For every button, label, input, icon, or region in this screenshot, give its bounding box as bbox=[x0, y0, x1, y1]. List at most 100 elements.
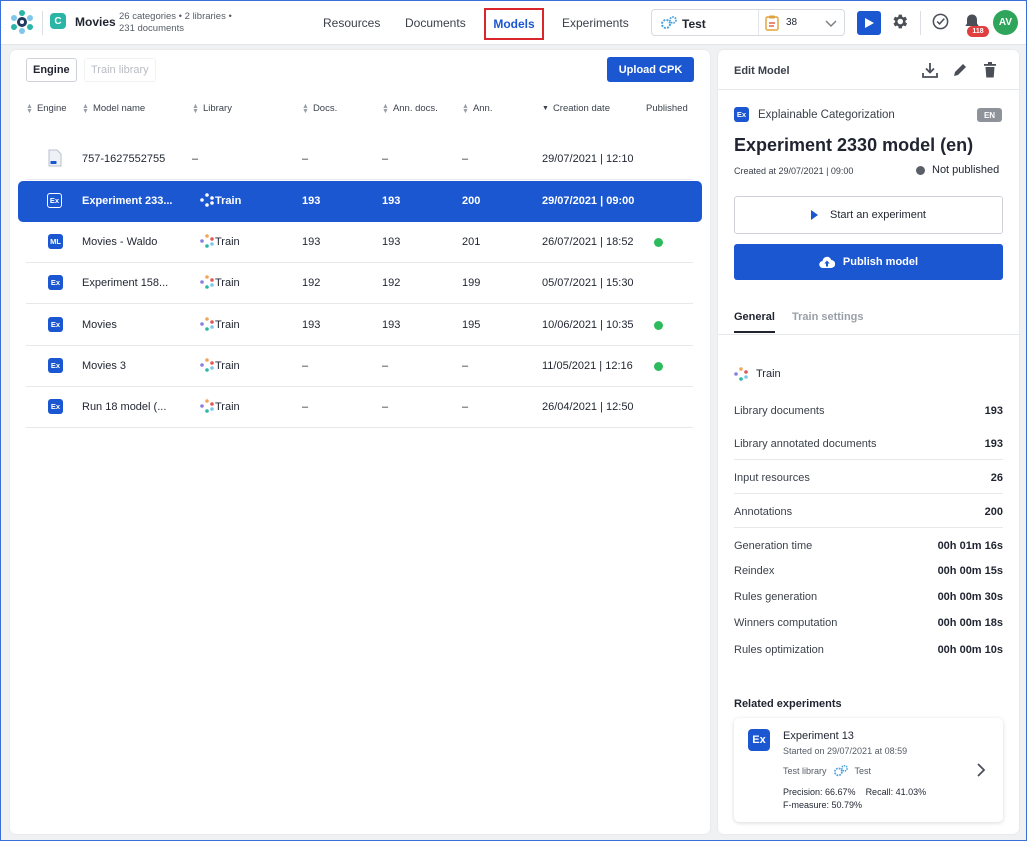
stat-input-resources: Input resources 26 bbox=[734, 472, 1003, 484]
panel-header: Edit Model bbox=[718, 50, 1019, 90]
library-name: Train bbox=[756, 368, 781, 380]
publish-model-label: Publish model bbox=[842, 256, 919, 268]
engine-ml-icon: ML bbox=[48, 234, 63, 249]
ann-docs-count: 193 bbox=[382, 319, 401, 331]
environment-select[interactable]: Test 38 bbox=[651, 9, 845, 36]
column-header-ann-docs[interactable]: ▲ ▼ Ann. docs. bbox=[382, 103, 438, 115]
table-header: ▲ ▼ Engine ▲ ▼ Model name ▲ ▼ Library ▲ ▼ Docs. … bbox=[26, 98, 693, 118]
divider bbox=[920, 11, 921, 35]
tab-train-settings[interactable]: Train settings bbox=[792, 311, 864, 323]
table-row[interactable]: Ex Movies Train 193 193 195 10/06/2021 |… bbox=[26, 305, 693, 346]
app-logo-icon[interactable] bbox=[9, 9, 35, 35]
download-icon[interactable] bbox=[921, 61, 939, 79]
library-name: Train bbox=[215, 277, 240, 289]
nav-experiments[interactable]: Experiments bbox=[562, 16, 629, 30]
model-name: 757-1627552755 bbox=[82, 153, 166, 165]
model-name: Movies 3 bbox=[82, 360, 127, 372]
engine-ex-icon: Ex bbox=[48, 358, 63, 373]
nav-models[interactable]: Models bbox=[484, 8, 544, 40]
table-row[interactable]: ML Movies - Waldo Train 193 193 201 26/0… bbox=[26, 222, 693, 263]
models-list-panel: Engine Train library Upload CPK ▲ ▼ Engine… bbox=[10, 50, 710, 834]
upload-cpk-button[interactable]: Upload CPK bbox=[607, 57, 694, 82]
library-icon bbox=[734, 367, 748, 381]
library-name: Train bbox=[215, 236, 240, 248]
check-circle-icon[interactable] bbox=[931, 12, 950, 31]
model-name: Run 18 model (... bbox=[82, 401, 167, 413]
related-experiment-card[interactable]: Ex Experiment 13 Started on 29/07/2021 a… bbox=[734, 718, 1003, 822]
ann-docs-count: – bbox=[382, 153, 389, 165]
notification-count-badge: 118 bbox=[967, 26, 989, 37]
experiment-library: Test library bbox=[783, 766, 827, 776]
engine-ex-icon: Ex bbox=[48, 275, 63, 290]
gear-icon[interactable] bbox=[890, 12, 909, 31]
run-button[interactable] bbox=[857, 11, 881, 35]
stat-label: Annotations bbox=[734, 506, 793, 518]
pencil-icon[interactable] bbox=[951, 61, 969, 79]
model-name: Experiment 158... bbox=[82, 277, 169, 289]
project-meta: 26 categories • 2 libraries • 231 docume… bbox=[119, 11, 249, 35]
engine-name: Explainable Categorization bbox=[758, 109, 895, 121]
table-row[interactable]: Ex Movies 3 Train – – – 11/05/2021 | 12:… bbox=[26, 346, 693, 387]
environment-gears-icon bbox=[833, 764, 848, 777]
library-name: Train bbox=[215, 360, 240, 372]
avatar[interactable]: AV bbox=[993, 10, 1018, 35]
ann-docs-count: – bbox=[382, 401, 389, 413]
edit-model-panel: Edit Model Ex Explainable Categorization… bbox=[718, 50, 1019, 834]
project-name[interactable]: Movies bbox=[75, 15, 116, 29]
table-row[interactable]: Ex Experiment 158... Train 192 192 199 0… bbox=[26, 263, 693, 304]
ann-docs-count: 192 bbox=[382, 277, 401, 289]
created-date: Created at 29/07/2021 | 09:00 bbox=[734, 166, 854, 176]
publish-model-button[interactable]: Publish model bbox=[734, 244, 1003, 280]
project-badge[interactable]: C bbox=[50, 13, 66, 29]
column-header-label: Docs. bbox=[312, 103, 338, 114]
sort-icon: ▲ ▼ bbox=[26, 102, 33, 115]
table-row-selected[interactable]: Ex Experiment 233... Train 193 193 200 2… bbox=[18, 181, 702, 222]
nav-resources[interactable]: Resources bbox=[323, 16, 380, 30]
chevron-right-icon[interactable] bbox=[975, 762, 987, 778]
ann-count: 201 bbox=[462, 236, 481, 248]
engine-ex-icon: Ex bbox=[47, 193, 62, 208]
table-row[interactable]: Ex Run 18 model (... Train – – – 26/04/2… bbox=[26, 387, 693, 428]
column-header-published[interactable]: Published bbox=[646, 103, 688, 114]
column-header-ann[interactable]: ▲ ▼ Ann. bbox=[462, 103, 492, 115]
timing-generation-time: Generation time 00h 01m 16s bbox=[734, 540, 1003, 552]
language-tag: EN bbox=[977, 108, 1002, 122]
cloud-upload-icon bbox=[819, 256, 835, 268]
tab-general[interactable]: General bbox=[734, 311, 775, 333]
docs-count: 193 bbox=[302, 195, 321, 207]
column-header-library[interactable]: ▲ ▼ Library bbox=[192, 103, 232, 115]
nav-documents[interactable]: Documents bbox=[405, 16, 466, 30]
play-icon bbox=[865, 18, 874, 28]
table-row[interactable]: 757-1627552755 – – – – 29/07/2021 | 12:1… bbox=[26, 139, 693, 180]
stat-value: 193 bbox=[984, 438, 1003, 450]
stat-value: 200 bbox=[984, 506, 1003, 518]
experiment-environment: Test bbox=[854, 766, 872, 776]
column-header-label: Published bbox=[646, 103, 688, 114]
ann-docs-count: 193 bbox=[382, 236, 401, 248]
start-experiment-button[interactable]: Start an experiment bbox=[734, 196, 1003, 234]
published-indicator bbox=[654, 238, 663, 247]
column-header-model-name[interactable]: ▲ ▼ Model name bbox=[82, 103, 145, 115]
creation-date: 29/07/2021 | 09:00 bbox=[542, 195, 635, 207]
model-title: Experiment 2330 model (en) bbox=[734, 135, 974, 155]
recall-value: Recall: 41.03% bbox=[865, 787, 927, 797]
ann-count: 195 bbox=[462, 319, 481, 331]
environment-name: Test bbox=[682, 17, 706, 31]
panel-title: Edit Model bbox=[734, 65, 790, 77]
engine-ex-icon: Ex bbox=[734, 107, 749, 122]
trash-icon[interactable] bbox=[982, 61, 998, 79]
publish-status: Not published bbox=[916, 164, 999, 176]
column-header-creation-date[interactable]: ▼ Creation date bbox=[542, 103, 610, 114]
column-header-docs[interactable]: ▲ ▼ Docs. bbox=[302, 103, 338, 115]
stat-label: Input resources bbox=[734, 472, 810, 484]
timing-value: 00h 00m 30s bbox=[937, 591, 1003, 603]
tab-engine[interactable]: Engine bbox=[26, 58, 77, 82]
timing-label: Rules optimization bbox=[734, 644, 824, 656]
timing-label: Rules generation bbox=[734, 591, 818, 603]
clipboard-icon bbox=[765, 15, 779, 31]
column-header-engine[interactable]: ▲ ▼ Engine bbox=[26, 102, 67, 115]
publish-status-label: Not published bbox=[932, 164, 1000, 176]
tab-train-library[interactable]: Train library bbox=[84, 58, 156, 82]
stat-label: Library annotated documents bbox=[734, 438, 877, 450]
docs-count: 193 bbox=[302, 319, 321, 331]
